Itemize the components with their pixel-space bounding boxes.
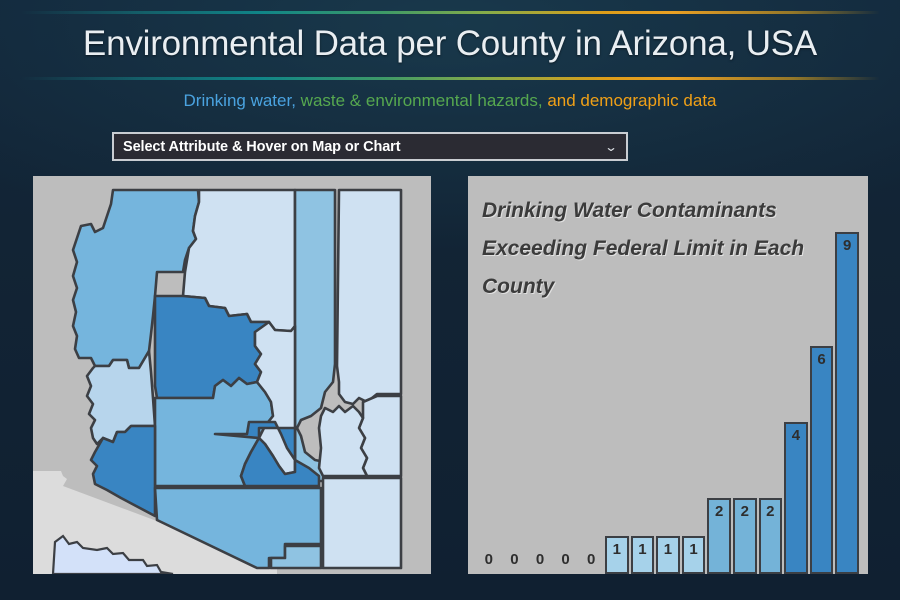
subtitle-part-demographic: and demographic data [547, 91, 717, 110]
bar-slot[interactable]: 1 [630, 182, 656, 574]
bar-value-label: 1 [663, 541, 673, 558]
bar[interactable]: 1 [604, 536, 629, 574]
bar-value-label: 0 [510, 551, 519, 568]
bar-value-label: 0 [561, 551, 570, 568]
map-county-apache[interactable] [335, 188, 403, 406]
bar-value-label: 4 [791, 427, 801, 444]
bar-slot[interactable]: 1 [681, 182, 707, 574]
bar-value-label: 0 [484, 551, 493, 568]
bar-slot[interactable]: 0 [476, 182, 502, 574]
bar-slot[interactable]: 9 [834, 182, 860, 574]
bar[interactable]: 9 [835, 232, 859, 574]
chevron-down-icon: ⌄ [604, 139, 618, 154]
bar-value-label: 2 [714, 503, 724, 520]
bar-slot[interactable]: 2 [732, 182, 758, 574]
attribute-select-value: Select Attribute & Hover on Map or Chart [123, 138, 401, 155]
bar-value-label: 1 [689, 541, 698, 558]
bar[interactable]: 6 [809, 346, 834, 574]
top-gradient-rule [20, 11, 880, 14]
bar-value-label: 2 [740, 503, 749, 520]
page-title: Environmental Data per County in Arizona… [82, 24, 818, 63]
bar-chart-bars: 000001111222469 [476, 182, 860, 574]
subtitle-part-drinking-water: Drinking water, [183, 91, 296, 110]
page-subtitle: Drinking water, waste & environmental ha… [0, 90, 900, 112]
bar-slot[interactable]: 6 [809, 182, 835, 574]
bar-slot[interactable]: 2 [758, 182, 784, 574]
bar-chart-panel[interactable]: Drinking Water Contaminants Exceeding Fe… [468, 176, 868, 574]
bar-value-label: 6 [817, 351, 826, 368]
bar-slot[interactable]: 0 [502, 182, 528, 574]
bar-slot[interactable]: 4 [783, 182, 809, 574]
map-county-graham[interactable] [317, 404, 369, 478]
bar-slot[interactable]: 0 [578, 182, 604, 574]
bar-value-label: 2 [766, 503, 775, 520]
bar-value-label: 9 [842, 237, 852, 254]
map-county-cochise[interactable] [321, 476, 403, 570]
bar[interactable]: 1 [630, 536, 655, 574]
bar[interactable]: 1 [656, 536, 680, 574]
bar-value-label: 0 [535, 551, 545, 568]
bar[interactable]: 2 [707, 498, 731, 574]
bar-slot[interactable]: 1 [604, 182, 630, 574]
arizona-county-map[interactable] [33, 176, 431, 574]
bar[interactable]: 1 [681, 536, 706, 574]
dashboard-root: Environmental Data per County in Arizona… [0, 0, 900, 600]
bar-slot[interactable]: 0 [553, 182, 579, 574]
bar-value-label: 1 [612, 541, 621, 558]
bar-value-label: 0 [587, 551, 596, 568]
subtitle-part-waste-hazards: waste & environmental hazards, [300, 91, 543, 110]
title-gradient-rule [20, 77, 880, 80]
bar-slot[interactable]: 1 [655, 182, 681, 574]
attribute-select[interactable]: Select Attribute & Hover on Map or Chart… [112, 132, 628, 161]
bar[interactable]: 2 [732, 498, 757, 574]
bar[interactable]: 2 [758, 498, 783, 574]
map-svg [33, 176, 431, 574]
bar-slot[interactable]: 0 [527, 182, 553, 574]
bar-slot[interactable]: 2 [706, 182, 732, 574]
bar-value-label: 1 [638, 541, 647, 558]
bar[interactable]: 4 [784, 422, 808, 574]
